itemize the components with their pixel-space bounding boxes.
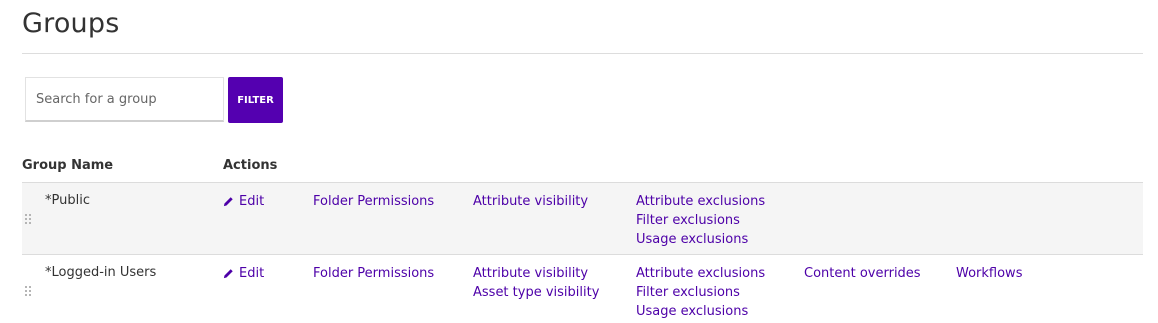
content-overrides-link[interactable]: Content overrides [804,264,921,283]
drag-handle-icon[interactable] [25,286,31,298]
filter-button[interactable]: FILTER [228,77,283,123]
actions-column-3: Attribute exclusions Filter exclusions U… [636,264,765,321]
usage-exclusions-link[interactable]: Usage exclusions [636,230,765,249]
workflows-link[interactable]: Workflows [956,264,1022,283]
usage-exclusions-link[interactable]: Usage exclusions [636,302,765,321]
table-row: *Logged-in Users Edit Folder Permissions… [22,254,1143,323]
drag-handle-icon[interactable] [25,214,31,226]
edit-link[interactable]: Edit [223,264,264,283]
actions-column-2: Attribute visibility [473,192,588,211]
pencil-icon [223,196,234,207]
pencil-icon [223,268,234,279]
attribute-exclusions-link[interactable]: Attribute exclusions [636,192,765,211]
folder-permissions-link[interactable]: Folder Permissions [313,192,434,211]
asset-type-visibility-link[interactable]: Asset type visibility [473,283,599,302]
filter-exclusions-link[interactable]: Filter exclusions [636,211,765,230]
filter-exclusions-link[interactable]: Filter exclusions [636,283,765,302]
group-name: *Logged-in Users [45,265,157,280]
column-header-group-name: Group Name [22,158,114,173]
folder-permissions-link[interactable]: Folder Permissions [313,264,434,283]
page-title: Groups [22,8,120,39]
search-input[interactable] [25,77,224,122]
attribute-exclusions-link[interactable]: Attribute exclusions [636,264,765,283]
edit-link[interactable]: Edit [223,192,264,211]
title-divider [22,53,1143,54]
groups-page: Groups FILTER Group Name Actions *Public… [0,0,1158,323]
group-name: *Public [45,193,90,208]
table-row: *Public Edit Folder Permissions Attribut… [22,182,1143,254]
actions-column-3: Attribute exclusions Filter exclusions U… [636,192,765,249]
actions-column-4: Content overrides [804,264,921,283]
column-header-actions: Actions [223,158,278,173]
attribute-visibility-link[interactable]: Attribute visibility [473,192,588,211]
actions-column-1: Folder Permissions [313,264,434,283]
actions-column-5: Workflows [956,264,1022,283]
attribute-visibility-link[interactable]: Attribute visibility [473,264,599,283]
edit-label: Edit [239,194,265,209]
edit-label: Edit [239,266,265,281]
actions-column-1: Folder Permissions [313,192,434,211]
actions-column-2: Attribute visibility Asset type visibili… [473,264,599,302]
